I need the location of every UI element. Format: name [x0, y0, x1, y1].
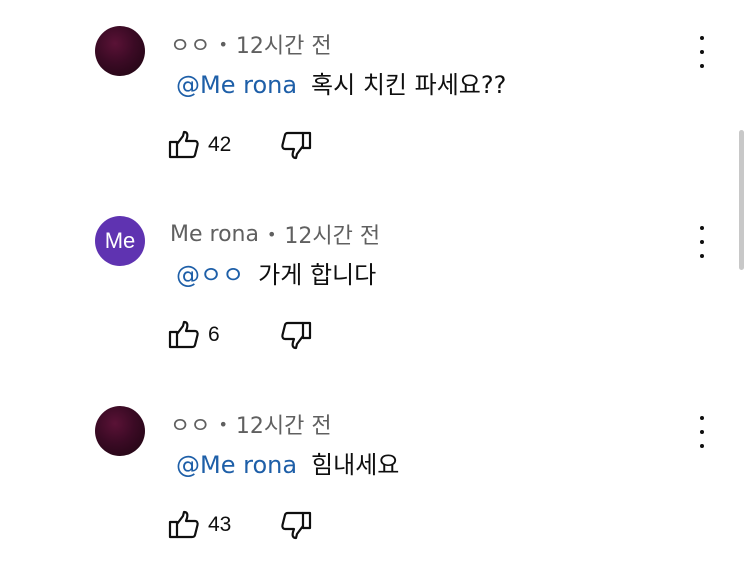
comment-text: @Me rona 혹시 치킨 파세요??: [176, 65, 506, 100]
comment: ㅇㅇ • 12시간 전 @Me rona 힘내세요 43: [0, 380, 750, 570]
comment-time[interactable]: 12시간 전: [236, 408, 332, 440]
comment-text: @Me rona 힘내세요: [176, 445, 399, 480]
thumbs-up-icon: [168, 320, 199, 349]
like-button[interactable]: 42: [168, 130, 231, 160]
avatar[interactable]: [95, 26, 145, 76]
avatar[interactable]: Me: [95, 216, 145, 266]
header-separator: •: [218, 414, 228, 434]
avatar-image: [95, 406, 145, 456]
dislike-button[interactable]: [280, 130, 312, 164]
mention-link[interactable]: @Me rona: [176, 451, 297, 479]
comment-text: @ㅇㅇ 가게 합니다: [176, 255, 376, 290]
comment-time[interactable]: 12시간 전: [236, 28, 332, 60]
like-button[interactable]: 43: [168, 510, 231, 540]
comment: Me Me rona • 12시간 전 @ㅇㅇ 가게 합니다 6: [0, 190, 750, 380]
more-options-button[interactable]: [690, 36, 714, 68]
more-vertical-icon: [700, 416, 704, 420]
thumbs-down-icon: [281, 511, 312, 540]
scrollbar[interactable]: [739, 130, 744, 270]
comment-body: 힘내세요: [311, 451, 400, 479]
comment-header: Me rona • 12시간 전: [170, 218, 380, 250]
avatar-letter: Me: [95, 216, 145, 266]
avatar-image: [95, 26, 145, 76]
thumbs-down-icon: [281, 131, 312, 160]
comment-actions: 6: [168, 320, 312, 350]
mention-link[interactable]: @Me rona: [176, 71, 297, 99]
comment-actions: 42: [168, 130, 312, 160]
comment-body: 가게 합니다: [258, 261, 377, 289]
avatar[interactable]: [95, 406, 145, 456]
thumbs-up-icon: [168, 510, 199, 539]
comment-header: ㅇㅇ • 12시간 전: [170, 28, 332, 60]
mention-link[interactable]: @ㅇㅇ: [176, 261, 244, 289]
dislike-button[interactable]: [280, 510, 312, 544]
comment-actions: 43: [168, 510, 312, 540]
comment: ㅇㅇ • 12시간 전 @Me rona 혹시 치킨 파세요?? 42: [0, 0, 750, 190]
more-vertical-icon: [700, 36, 704, 40]
comment-author[interactable]: ㅇㅇ: [170, 408, 210, 440]
more-options-button[interactable]: [690, 416, 714, 448]
like-count: 42: [208, 133, 232, 156]
thumbs-up-icon: [168, 130, 199, 159]
like-count: 6: [208, 323, 220, 346]
more-vertical-icon: [700, 226, 704, 230]
comment-author[interactable]: Me rona: [170, 222, 259, 247]
comment-time[interactable]: 12시간 전: [284, 218, 380, 250]
header-separator: •: [266, 224, 277, 244]
thumbs-down-icon: [281, 321, 312, 350]
like-count: 43: [208, 513, 232, 536]
more-options-button[interactable]: [690, 226, 714, 258]
dislike-button[interactable]: [280, 320, 312, 354]
comment-header: ㅇㅇ • 12시간 전: [170, 408, 332, 440]
like-button[interactable]: 6: [168, 320, 220, 350]
comment-body: 혹시 치킨 파세요??: [311, 71, 507, 99]
comment-author[interactable]: ㅇㅇ: [170, 28, 210, 60]
header-separator: •: [218, 34, 228, 54]
